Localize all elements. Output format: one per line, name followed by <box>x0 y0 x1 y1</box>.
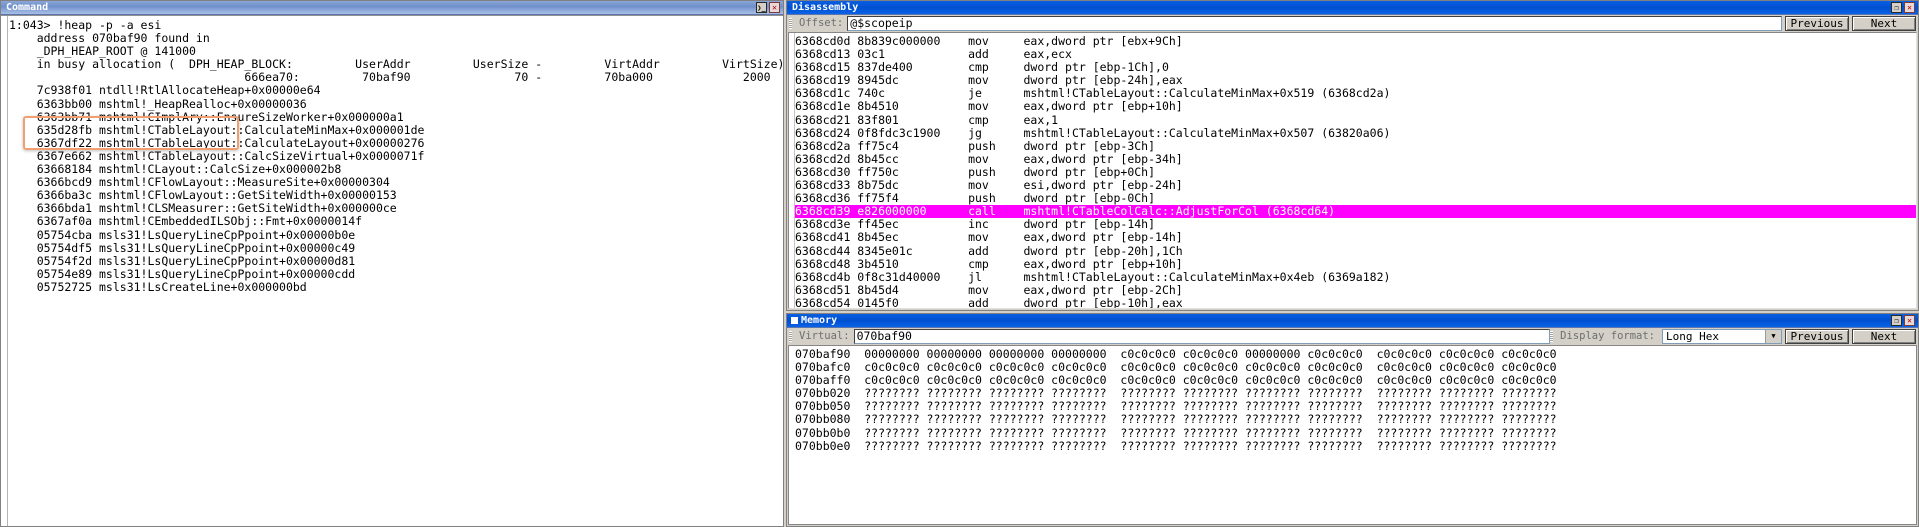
memory-toolbar: Virtual: 070baf90 Display format: Long H… <box>787 328 1918 344</box>
disassembly-line[interactable]: 6368cd48 3b4510 cmp eax,dword ptr [ebp+1… <box>795 258 1916 271</box>
disassembly-window-title: Disassembly <box>787 1 858 14</box>
toolbar-grip[interactable] <box>789 18 792 29</box>
memory-window-titlebar[interactable]: Memory ❐ ✕ <box>787 314 1918 328</box>
titlebar-drag-area[interactable] <box>858 1 1891 14</box>
memory-dump-pane[interactable]: 070baf90 00000000 00000000 00000000 0000… <box>788 345 1917 525</box>
memory-dump-listing: 070baf90 00000000 00000000 00000000 0000… <box>795 348 1916 524</box>
memory-window-buttons: ❐ ✕ <box>1891 315 1918 326</box>
command-window-title: Command <box>1 1 48 14</box>
disassembly-code-pane[interactable]: 6368cd0d 8b839c000000 mov eax,dword ptr … <box>788 32 1917 309</box>
prompt-icon[interactable]: ❯_ <box>756 2 767 13</box>
disassembly-line[interactable]: 6368cd1e 8b4510 mov eax,dword ptr [ebp+1… <box>795 100 1916 113</box>
command-output-line: 6367af0a mshtml!CEmbeddedILSObj::Fmt+0x0… <box>9 215 783 228</box>
disassembly-line[interactable]: 6368cd2a ff75c4 push dword ptr [ebp-3Ch] <box>795 140 1916 153</box>
disassembly-line[interactable]: 6368cd44 8345e01c add dword ptr [ebp-20h… <box>795 245 1916 258</box>
memory-dump-row: 070bb0e0 ???????? ???????? ???????? ????… <box>795 440 1916 453</box>
disassembly-listing: 6368cd0d 8b839c000000 mov eax,dword ptr … <box>795 35 1916 308</box>
restore-icon[interactable]: ❐ <box>1891 2 1902 13</box>
command-output-line: 05752725 msls31!LsCreateLine+0x000000bd <box>9 281 783 294</box>
disassembly-line[interactable]: 6368cd54 0145f0 add dword ptr [ebp-10h],… <box>795 297 1916 309</box>
memory-window-title: Memory <box>801 314 837 327</box>
command-output-line: 05754f2d msls31!LsQueryLineCpPpoint+0x00… <box>9 255 783 268</box>
command-output-line: 635d28fb mshtml!CTableLayout::CalculateM… <box>9 124 783 137</box>
titlebar-drag-area[interactable] <box>837 314 1891 327</box>
close-icon[interactable]: ✕ <box>1904 2 1915 13</box>
restore-icon[interactable]: ❐ <box>1891 315 1902 326</box>
offset-input[interactable]: @$scopeip <box>847 16 1782 31</box>
disassembly-toolbar: Offset: @$scopeip Previous Next <box>787 15 1918 31</box>
disassembly-line[interactable]: 6368cd24 0f8fdc3c1900 jg mshtml!CTableLa… <box>795 127 1916 140</box>
memory-window-icon <box>791 317 798 324</box>
virtual-address-input[interactable]: 070baf90 <box>854 329 1551 344</box>
toolbar-grip[interactable] <box>789 331 792 342</box>
previous-button[interactable]: Previous <box>1785 16 1849 31</box>
display-format-label: Display format: <box>1554 330 1659 342</box>
command-output-line: 05754e89 msls31!LsQueryLineCpPpoint+0x00… <box>9 268 783 281</box>
disassembly-line[interactable]: 6368cd2d 8b45cc mov eax,dword ptr [ebp-3… <box>795 153 1916 166</box>
display-format-select[interactable]: Long Hex ▼ <box>1662 329 1782 344</box>
memory-dump-row: 070bb0b0 ???????? ???????? ???????? ????… <box>795 427 1916 440</box>
command-output-line: 6363bb00 mshtml!_HeapRealloc+0x00000036 <box>9 98 783 111</box>
command-output-line: 6367df22 mshtml!CTableLayout::CalculateL… <box>9 137 783 150</box>
command-output-pane[interactable]: 1:043> !heap -p -a esi address 070baf90 … <box>1 15 783 526</box>
close-icon[interactable]: ✕ <box>769 2 780 13</box>
chevron-down-icon[interactable]: ▼ <box>1765 330 1781 343</box>
disassembly-line[interactable]: 6368cd21 83f801 cmp eax,1 <box>795 114 1916 127</box>
command-window-titlebar[interactable]: Command ❯_ ✕ <box>1 1 783 15</box>
command-output-line: 7c938f01 ntdll!RtlAllocateHeap+0x00000e6… <box>9 84 783 97</box>
offset-label: Offset: <box>793 17 847 29</box>
disassembly-line[interactable]: 6368cd51 8b45d4 mov eax,dword ptr [ebp-2… <box>795 284 1916 297</box>
titlebar-drag-area[interactable] <box>48 1 756 14</box>
command-output-line: 05754df5 msls31!LsQueryLineCpPpoint+0x00… <box>9 242 783 255</box>
command-window: Command ❯_ ✕ 1:043> !heap -p -a esi addr… <box>0 0 784 527</box>
command-window-buttons: ❯_ ✕ <box>756 2 783 13</box>
disassembly-window-titlebar[interactable]: Disassembly ❐ ✕ <box>787 1 1918 15</box>
previous-button[interactable]: Previous <box>1785 329 1849 344</box>
next-button[interactable]: Next <box>1852 329 1916 344</box>
command-output-line: 6363bb71 mshtml!CImplAry::EnsureSizeWork… <box>9 111 783 124</box>
memory-window: Memory ❐ ✕ Virtual: 070baf90 Display for… <box>786 313 1919 527</box>
disassembly-line[interactable]: 6368cd4b 0f8c31d40000 jl mshtml!CTableLa… <box>795 271 1916 284</box>
toolbar-grip-2[interactable] <box>1550 331 1553 342</box>
command-output-line: 05754cba msls31!LsQueryLineCpPpoint+0x00… <box>9 229 783 242</box>
command-gutter <box>1 16 8 526</box>
disassembly-line[interactable]: 6368cd41 8b45ec mov eax,dword ptr [ebp-1… <box>795 231 1916 244</box>
display-format-value: Long Hex <box>1666 330 1719 343</box>
close-icon[interactable]: ✕ <box>1904 315 1915 326</box>
memory-dump-row: 070bb080 ???????? ???????? ???????? ????… <box>795 413 1916 426</box>
disassembly-window-buttons: ❐ ✕ <box>1891 2 1918 13</box>
disassembly-window: Disassembly ❐ ✕ Offset: @$scopeip Previo… <box>786 0 1919 311</box>
virtual-label: Virtual: <box>793 330 854 342</box>
windbg-workspace: Command ❯_ ✕ 1:043> !heap -p -a esi addr… <box>0 0 1919 527</box>
command-output-text: 1:043> !heap -p -a esi address 070baf90 … <box>9 19 783 526</box>
next-button[interactable]: Next <box>1852 16 1916 31</box>
